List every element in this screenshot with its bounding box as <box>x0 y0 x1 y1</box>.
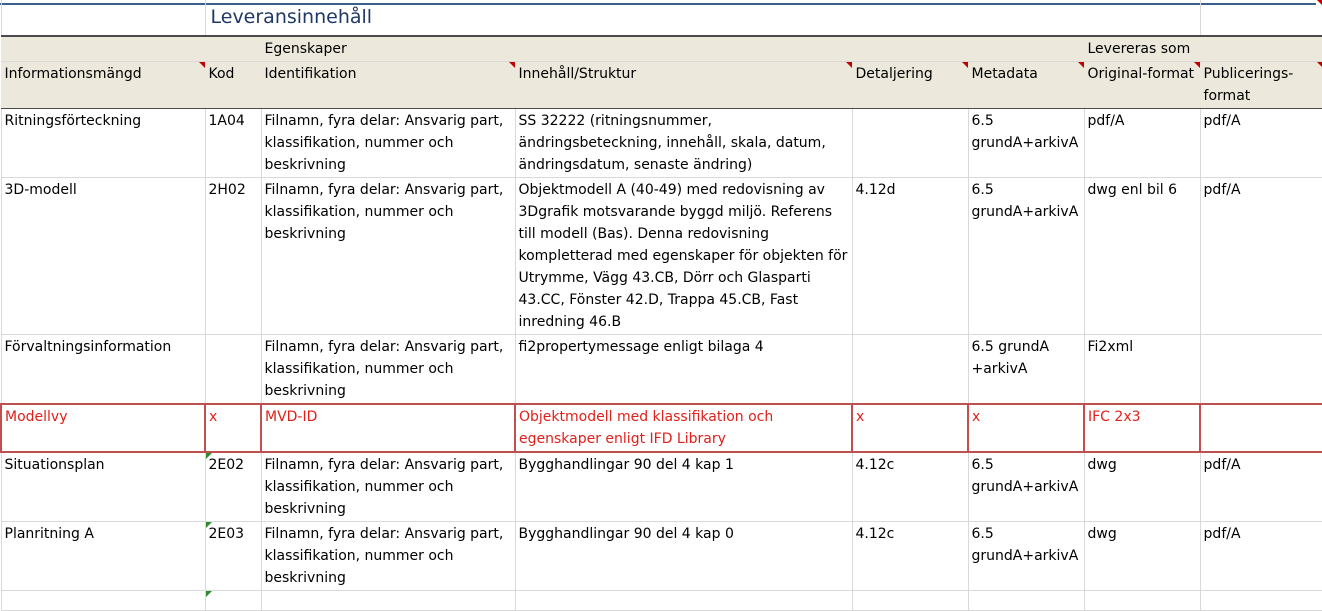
header-identification[interactable]: Identifikation <box>260 61 516 109</box>
table-row: 3D-modell 2H02 Filnamn, fyra delar: Ansv… <box>0 177 1322 335</box>
cell[interactable] <box>851 590 969 611</box>
cell-metadata[interactable]: 6.5 grundA+arkivA <box>967 521 1085 591</box>
cell-info[interactable]: Förvaltningsinformation <box>0 334 206 405</box>
cell[interactable] <box>1083 590 1201 611</box>
cell-content[interactable]: Objektmodell A (40-49) med redovisning a… <box>514 177 853 335</box>
header-metadata[interactable]: Metadata <box>967 61 1085 109</box>
cell[interactable] <box>0 0 206 37</box>
cell[interactable] <box>204 35 262 62</box>
cell-identification[interactable]: Filnamn, fyra delar: Ansvarig part, klas… <box>260 521 516 591</box>
cell[interactable] <box>967 590 1085 611</box>
cell-info[interactable]: 3D-modell <box>0 177 206 335</box>
cell-info[interactable]: Modellvy <box>0 403 206 453</box>
cell-publishing-format[interactable]: pdf/A <box>1199 108 1322 178</box>
cell[interactable] <box>1199 590 1322 611</box>
group-row: Egenskaper Levereras som <box>0 35 1322 62</box>
cell-identification[interactable]: MVD-ID <box>260 403 516 453</box>
table-row: Ritningsförteckning 1A04 Filnamn, fyra d… <box>0 108 1322 178</box>
delivery-table: Leveransinnehåll Egenskaper Levereras so… <box>0 0 1322 611</box>
cell-original-format[interactable]: dwg <box>1083 521 1201 591</box>
title-cell[interactable]: Leveransinnehåll <box>204 0 1201 37</box>
cell[interactable] <box>260 590 516 611</box>
cell[interactable] <box>514 590 853 611</box>
cell-code[interactable]: x <box>204 403 262 453</box>
table-row-partial <box>0 590 1322 611</box>
table-row-highlighted: Modellvy x MVD-ID Objektmodell med klass… <box>0 403 1322 453</box>
cell-metadata[interactable]: 6.5 grundA+arkivA <box>967 108 1085 178</box>
cell-metadata[interactable]: x <box>967 403 1085 453</box>
cell-info[interactable]: Ritningsförteckning <box>0 108 206 178</box>
cell-publishing-format[interactable] <box>1199 334 1322 405</box>
table-row: Planritning A 2E03 Filnamn, fyra delar: … <box>0 521 1322 591</box>
cell-content[interactable]: Bygghandlingar 90 del 4 kap 0 <box>514 521 853 591</box>
cell-detail[interactable] <box>851 108 969 178</box>
cell-original-format[interactable]: Fi2xml <box>1083 334 1201 405</box>
cell-publishing-format[interactable]: pdf/A <box>1199 177 1322 335</box>
cell-identification[interactable]: Filnamn, fyra delar: Ansvarig part, klas… <box>260 451 516 522</box>
spreadsheet: Leveransinnehåll Egenskaper Levereras so… <box>0 0 1322 611</box>
header-row: Informationsmängd Kod Identifikation Inn… <box>0 61 1322 109</box>
cell-content[interactable]: Bygghandlingar 90 del 4 kap 1 <box>514 451 853 522</box>
header-info[interactable]: Informationsmängd <box>0 61 206 109</box>
cell-detail[interactable] <box>851 334 969 405</box>
cell-code[interactable]: 2E03 <box>204 521 262 591</box>
cell-content[interactable]: SS 32222 (ritningsnummer, ändringsbeteck… <box>514 108 853 178</box>
header-content[interactable]: Innehåll/Struktur <box>514 61 853 109</box>
title-row: Leveransinnehåll <box>0 0 1322 37</box>
cell[interactable] <box>851 35 969 62</box>
cell-code[interactable]: 2E02 <box>204 451 262 522</box>
group-delivered-as[interactable]: Levereras som <box>1083 35 1322 62</box>
header-code[interactable]: Kod <box>204 61 262 109</box>
cell-original-format[interactable]: dwg enl bil 6 <box>1083 177 1201 335</box>
cell-publishing-format[interactable]: pdf/A <box>1199 451 1322 522</box>
cell-metadata[interactable]: 6.5 grundA+arkivA <box>967 177 1085 335</box>
cell-detail[interactable]: 4.12c <box>851 451 969 522</box>
cell-content[interactable]: fi2propertymessage enligt bilaga 4 <box>514 334 853 405</box>
header-original-format[interactable]: Original-format <box>1083 61 1201 109</box>
table-row: Förvaltningsinformation Filnamn, fyra de… <box>0 334 1322 405</box>
table-row: Situationsplan 2E02 Filnamn, fyra delar:… <box>0 451 1322 522</box>
cell-content[interactable]: Objektmodell med klassifikation och egen… <box>514 403 853 453</box>
cell-info[interactable]: Planritning A <box>0 521 206 591</box>
cell-metadata[interactable]: 6.5 grundA +arkivA <box>967 334 1085 405</box>
cell-identification[interactable]: Filnamn, fyra delar: Ansvarig part, klas… <box>260 334 516 405</box>
cell-code[interactable]: 2H02 <box>204 177 262 335</box>
cell-identification[interactable]: Filnamn, fyra delar: Ansvarig part, klas… <box>260 177 516 335</box>
cell-original-format[interactable]: pdf/A <box>1083 108 1201 178</box>
cell-original-format[interactable]: dwg <box>1083 451 1201 522</box>
cell-identification[interactable]: Filnamn, fyra delar: Ansvarig part, klas… <box>260 108 516 178</box>
cell-publishing-format[interactable] <box>1199 403 1322 453</box>
cell-code[interactable]: 1A04 <box>204 108 262 178</box>
cell[interactable] <box>967 35 1085 62</box>
sheet-title: Leveransinnehåll <box>210 6 373 28</box>
cell[interactable] <box>0 35 206 62</box>
cell-publishing-format[interactable]: pdf/A <box>1199 521 1322 591</box>
cell-detail[interactable]: x <box>851 403 969 453</box>
cell-detail[interactable]: 4.12c <box>851 521 969 591</box>
cell[interactable] <box>1199 0 1322 37</box>
cell-info[interactable]: Situationsplan <box>0 451 206 522</box>
header-publishing-format[interactable]: Publicerings-format <box>1199 61 1322 109</box>
cell[interactable] <box>0 590 206 611</box>
cell-metadata[interactable]: 6.5 grundA+arkivA <box>967 451 1085 522</box>
cell[interactable] <box>204 590 262 611</box>
cell-detail[interactable]: 4.12d <box>851 177 969 335</box>
group-properties[interactable]: Egenskaper <box>260 35 853 62</box>
cell-original-format[interactable]: IFC 2x3 <box>1082 403 1202 453</box>
header-detail[interactable]: Detaljering <box>851 61 969 109</box>
cell-code[interactable] <box>204 334 262 405</box>
